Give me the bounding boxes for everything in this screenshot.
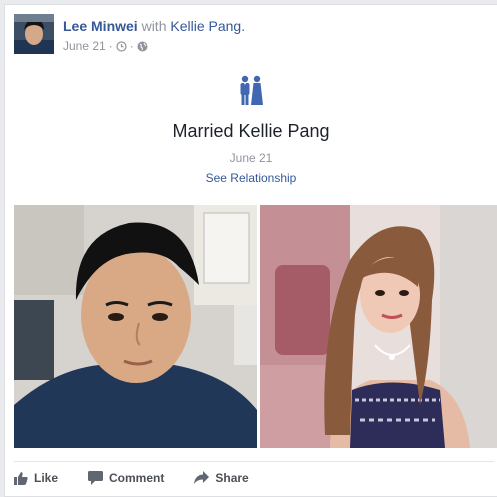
life-event-icon-wrap — [5, 75, 497, 112]
photo-bride[interactable] — [260, 205, 497, 448]
life-event-title: Married Kellie Pang — [172, 121, 330, 141]
comment-button[interactable]: Comment — [88, 471, 164, 485]
couple-icon — [238, 75, 264, 107]
action-bar: Like Comment Share — [14, 461, 494, 494]
meta-separator: · — [129, 39, 134, 53]
see-relationship-link[interactable]: See Relationship — [5, 171, 497, 185]
comment-label: Comment — [109, 471, 165, 485]
globe-icon[interactable] — [137, 41, 148, 52]
with-text: with — [141, 18, 167, 34]
thumbs-up-icon — [14, 471, 28, 485]
meta-separator: · — [108, 39, 113, 53]
share-icon — [194, 471, 210, 485]
post-date[interactable]: June 21 — [63, 39, 106, 53]
author-name[interactable]: Lee Minwei — [63, 18, 138, 34]
post-header: Lee Minwei with Kellie Pang. — [63, 17, 483, 35]
comment-icon — [88, 471, 104, 485]
post-card: Lee Minwei with Kellie Pang. June 21 · · — [4, 4, 497, 497]
life-event-date: June 21 — [229, 151, 273, 165]
clock-icon — [116, 40, 127, 52]
avatar[interactable] — [14, 14, 54, 54]
share-button[interactable]: Share — [194, 471, 249, 485]
photo-groom[interactable] — [14, 205, 257, 448]
share-label: Share — [215, 471, 249, 485]
like-label: Like — [34, 471, 59, 485]
post-meta: June 21 · · — [63, 39, 148, 53]
like-button[interactable]: Like — [14, 471, 58, 485]
tagged-user[interactable]: Kellie Pang. — [170, 18, 245, 34]
